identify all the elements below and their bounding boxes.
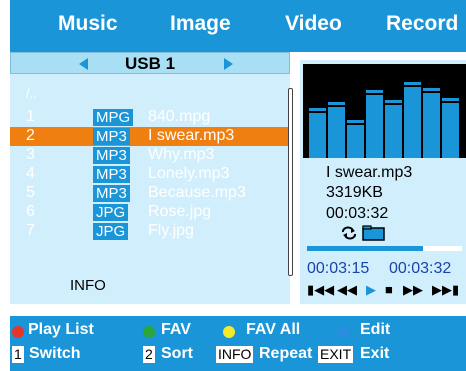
file-type-badge: MP3 xyxy=(93,166,130,183)
file-name: Because.mp3 xyxy=(148,184,246,201)
repeat-icon xyxy=(342,226,356,240)
yellow-button-icon xyxy=(223,326,235,338)
next-track-icon[interactable]: ▶▶▮ xyxy=(432,283,459,297)
fav-button-label[interactable]: FAV xyxy=(161,321,191,339)
play-icon[interactable]: ▶ xyxy=(366,283,376,297)
now-playing-duration: 00:03:32 xyxy=(326,205,389,222)
stop-icon[interactable]: ■ xyxy=(385,283,393,297)
sort-label: Sort xyxy=(161,345,193,362)
equalizer-bar xyxy=(423,88,440,158)
key-2[interactable]: 2 xyxy=(143,346,155,363)
key-exit[interactable]: EXIT xyxy=(318,346,354,363)
edit-button-label[interactable]: Edit xyxy=(360,321,390,339)
file-number: 6 xyxy=(26,203,35,220)
switch-label: Switch xyxy=(29,345,81,362)
file-type-badge: JPG xyxy=(93,204,129,221)
tab-image[interactable]: Image xyxy=(170,12,231,36)
key-info[interactable]: INFO xyxy=(216,346,254,363)
device-selector[interactable]: USB 1 xyxy=(10,52,290,74)
key-1[interactable]: 1 xyxy=(12,346,24,363)
equalizer-bar xyxy=(442,98,459,158)
equalizer-bar xyxy=(309,108,326,158)
file-number: 3 xyxy=(26,146,35,163)
repeat-label: Repeat xyxy=(259,345,313,362)
device-title: USB 1 xyxy=(124,54,176,73)
equalizer-bar xyxy=(328,102,345,158)
info-label: INFO xyxy=(70,277,106,294)
now-playing-size: 3319KB xyxy=(326,184,383,201)
file-type-badge: JPG xyxy=(93,223,129,240)
arrow-right-icon[interactable] xyxy=(224,58,233,70)
file-number: 7 xyxy=(26,222,35,239)
tab-record[interactable]: Record xyxy=(386,12,458,36)
file-list-item[interactable]: 3 MP3 Why.mp3 xyxy=(10,146,290,165)
file-list-item[interactable]: 2 MP3 I swear.mp3 xyxy=(10,127,290,146)
green-button-icon xyxy=(143,326,155,338)
equalizer-bar xyxy=(385,100,402,158)
equalizer-display xyxy=(303,64,466,158)
fast-forward-icon[interactable]: ▶▶ xyxy=(403,283,423,297)
file-list-item[interactable]: 6 JPG Rose.jpg xyxy=(10,203,290,222)
file-list-item[interactable]: 7 JPG Fly.jpg xyxy=(10,222,290,241)
scrollbar[interactable] xyxy=(288,88,293,276)
equalizer-bar xyxy=(347,120,364,158)
elapsed-time: 00:03:15 xyxy=(307,260,370,277)
file-number: 1 xyxy=(26,108,35,125)
file-name: Why.mp3 xyxy=(148,146,215,163)
total-time: 00:03:32 xyxy=(389,260,452,277)
file-list-item[interactable]: 1 MPG 840.mpg xyxy=(10,108,290,127)
red-button-icon xyxy=(12,326,24,338)
file-list-item[interactable]: 4 MP3 Lonely.mp3 xyxy=(10,165,290,184)
file-type-badge: MP3 xyxy=(93,128,130,145)
rewind-icon[interactable]: ◀◀ xyxy=(337,283,357,297)
folder-icon xyxy=(362,225,385,241)
equalizer-bar xyxy=(366,90,383,158)
blue-button-icon xyxy=(337,326,349,338)
now-playing-filename: I swear.mp3 xyxy=(326,164,413,181)
equalizer-bar xyxy=(404,82,421,158)
file-name: Rose.jpg xyxy=(148,203,212,220)
progress-fill xyxy=(307,246,424,251)
file-name: 840.mpg xyxy=(148,108,211,125)
file-name: I swear.mp3 xyxy=(148,127,235,144)
file-number: 2 xyxy=(26,127,35,144)
tab-video[interactable]: Video xyxy=(285,12,342,36)
file-type-badge: MPG xyxy=(93,109,134,126)
file-name: Fly.jpg xyxy=(148,222,194,239)
top-tab-bar: Music Image Video Record xyxy=(10,0,466,52)
file-type-badge: MP3 xyxy=(93,147,130,164)
file-list-item[interactable]: 5 MP3 Because.mp3 xyxy=(10,184,290,203)
file-name: Lonely.mp3 xyxy=(148,165,230,182)
file-type-badge: MP3 xyxy=(93,185,130,202)
playback-progress-bar[interactable] xyxy=(307,246,462,251)
playlist-button-label[interactable]: Play List xyxy=(28,321,94,339)
tab-music[interactable]: Music xyxy=(58,12,118,36)
prev-track-icon[interactable]: ▮◀◀ xyxy=(307,283,334,297)
exit-label: Exit xyxy=(360,345,390,362)
file-number: 4 xyxy=(26,165,35,182)
parent-directory[interactable]: /.. xyxy=(26,86,37,101)
fav-all-button-label[interactable]: FAV All xyxy=(246,321,300,339)
file-number: 5 xyxy=(26,184,35,201)
